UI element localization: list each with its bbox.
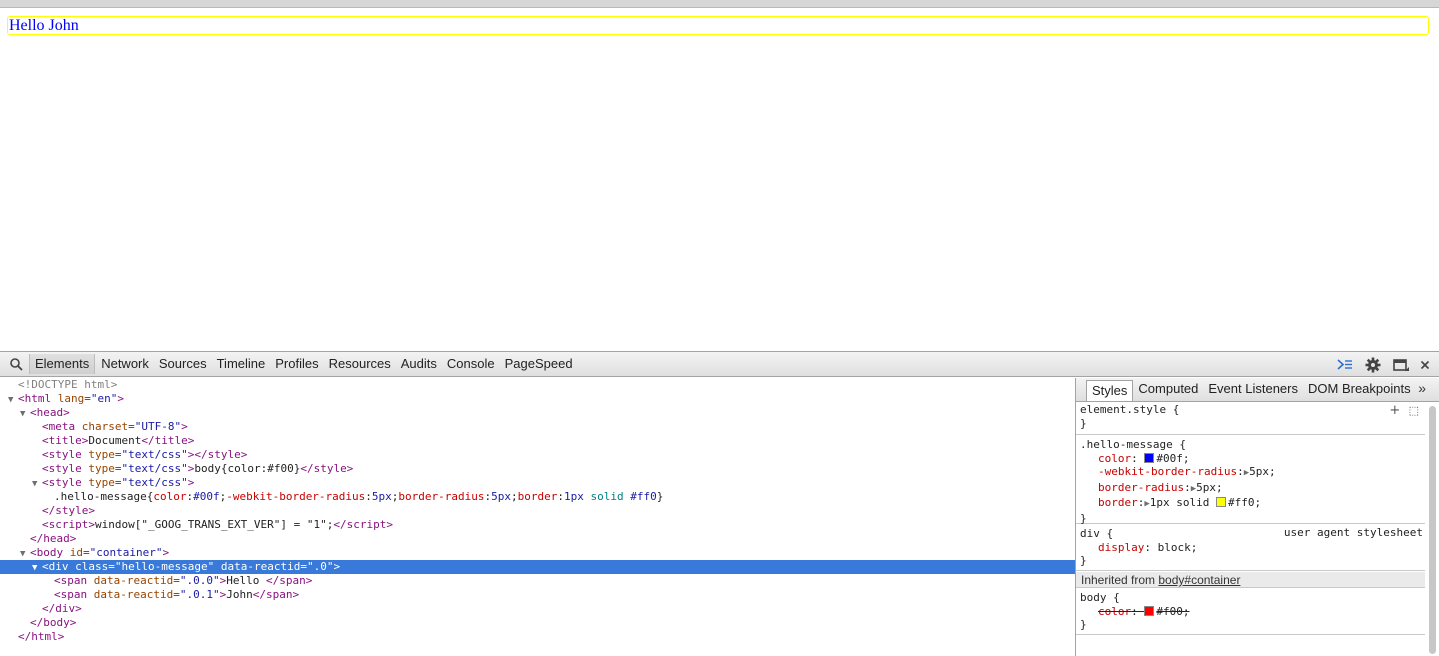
tree-row-span-2[interactable]: <span data-reactid=".0.1">John</span> <box>0 588 1075 602</box>
expand-triangle-icon[interactable]: ▼ <box>20 407 30 421</box>
add-rule-icon[interactable]: + <box>1389 403 1400 418</box>
john-span: John <box>48 17 79 34</box>
tree-row-div-close[interactable]: </div> <box>0 602 1075 616</box>
rule-selector[interactable]: element.style { <box>1080 403 1425 417</box>
tab-resources[interactable]: Resources <box>324 352 396 376</box>
element-state-icon[interactable]: ⬚ <box>1409 404 1419 417</box>
sidebar-tabs: Styles Computed Event Listeners DOM Brea… <box>1076 378 1439 402</box>
color-swatch-blue[interactable] <box>1144 452 1155 463</box>
rule-body: body { color: #f00; } <box>1076 589 1425 635</box>
hello-message: Hello John <box>7 16 1429 35</box>
tree-row-style-3[interactable]: ▼ <style type="text/css"> <box>0 476 1075 490</box>
scrollbar-thumb[interactable] <box>1429 406 1436 654</box>
browser-chrome-strip <box>0 0 1439 8</box>
tree-row-doctype[interactable]: <!DOCTYPE html> <box>0 378 1075 392</box>
rule-origin: user agent stylesheet <box>1283 526 1423 539</box>
style-rules: element.style { } + ⬚ .hello-message { c… <box>1076 403 1425 656</box>
rule-selector[interactable]: body { <box>1080 591 1425 605</box>
tree-row-style-2[interactable]: <style type="text/css">body{color:#f00}<… <box>0 462 1075 476</box>
tree-row-style-3-close[interactable]: </style> <box>0 504 1075 518</box>
rule-div-user-agent: div { user agent stylesheet display: blo… <box>1076 525 1425 571</box>
rule-close-brace: } <box>1080 554 1087 567</box>
tab-pagespeed[interactable]: PageSpeed <box>500 352 578 376</box>
rule-selector[interactable]: .hello-message { <box>1080 438 1425 452</box>
tab-sources[interactable]: Sources <box>154 352 212 376</box>
decl-border-radius[interactable]: border-radius:▶5px; <box>1080 481 1425 497</box>
dock-icon[interactable] <box>1392 356 1410 373</box>
tree-row-title[interactable]: <title>Document</title> <box>0 434 1075 448</box>
tree-row-meta[interactable]: <meta charset="UTF-8"> <box>0 420 1075 434</box>
expand-triangle-icon[interactable]: ▼ <box>8 393 18 407</box>
tab-network[interactable]: Network <box>96 352 154 376</box>
decl-display[interactable]: display: block; <box>1080 541 1425 555</box>
expand-triangle-icon[interactable]: ▼ <box>32 477 42 491</box>
rule-close-brace: } <box>1080 511 1087 525</box>
rule-hello-message: .hello-message { color: #00f; -webkit-bo… <box>1076 436 1425 525</box>
color-swatch-red[interactable] <box>1144 605 1155 616</box>
tab-audits[interactable]: Audits <box>396 352 442 376</box>
tree-row-body[interactable]: ▼ <body id="container"> <box>0 546 1075 560</box>
tab-timeline[interactable]: Timeline <box>212 352 271 376</box>
tree-row-body-close[interactable]: </body> <box>0 616 1075 630</box>
console-drawer-icon[interactable] <box>1336 356 1354 373</box>
decl-color-overridden[interactable]: color: #f00; <box>1080 605 1425 619</box>
tree-row-style-1[interactable]: <style type="text/css"></style> <box>0 448 1075 462</box>
search-icon[interactable] <box>8 356 24 373</box>
tab-console[interactable]: Console <box>442 352 500 376</box>
more-tabs-icon[interactable]: » <box>1418 380 1426 396</box>
tab-computed[interactable]: Computed <box>1133 379 1203 401</box>
devtools-toolbar: Elements Network Sources Timeline Profil… <box>0 352 1439 377</box>
rule-close-brace: } <box>1080 416 1087 430</box>
tree-row-head-close[interactable]: </head> <box>0 532 1075 546</box>
tree-row-head[interactable]: ▼ <head> <box>0 406 1075 420</box>
tab-event-listeners[interactable]: Event Listeners <box>1203 379 1303 401</box>
page-viewport: Hello John <box>0 8 1439 351</box>
tree-row-html-close[interactable]: </html> <box>0 630 1075 644</box>
rule-element-style: element.style { } + ⬚ <box>1076 403 1425 435</box>
devtools-panel: Elements Network Sources Timeline Profil… <box>0 351 1439 656</box>
tab-elements[interactable]: Elements <box>29 354 96 374</box>
tree-row-div-selected[interactable]: ▼ <div class="hello-message" data-reactid… <box>0 560 1075 574</box>
inherited-source-link[interactable]: body#container <box>1158 573 1240 587</box>
elements-tree: <!DOCTYPE html> ▼ <html lang="en"> ▼ <head… <box>0 378 1075 656</box>
decl-webkit-border-radius[interactable]: -webkit-border-radius:▶5px; <box>1080 465 1425 481</box>
tree-row-html[interactable]: ▼ <html lang="en"> <box>0 392 1075 406</box>
tab-dom-breakpoints[interactable]: DOM Breakpoints <box>1303 379 1416 401</box>
decl-border[interactable]: border:▶1px solid #ff0; <box>1080 496 1425 512</box>
styles-sidebar: Styles Computed Event Listeners DOM Brea… <box>1075 378 1439 656</box>
tree-row-script[interactable]: <script>window["_GOOG_TRANS_EXT_VER"] = … <box>0 518 1075 532</box>
close-icon[interactable] <box>1418 356 1432 373</box>
rule-tools: + ⬚ <box>1389 404 1419 418</box>
color-swatch-yellow[interactable] <box>1216 497 1227 507</box>
sidebar-scrollbar[interactable] <box>1428 406 1437 654</box>
tree-row-style-3-content[interactable]: .hello-message{color:#00f;-webkit-border… <box>0 490 1075 504</box>
expand-triangle-icon[interactable]: ▼ <box>32 561 42 575</box>
devtools-tabs: Elements Network Sources Timeline Profil… <box>28 352 578 376</box>
rule-close-brace: } <box>1080 618 1087 631</box>
tab-styles[interactable]: Styles <box>1086 380 1134 401</box>
gear-icon[interactable] <box>1364 356 1382 373</box>
decl-color[interactable]: color: #00f; <box>1080 452 1425 466</box>
inherited-header: Inherited from body#container <box>1076 572 1425 588</box>
expand-triangle-icon[interactable]: ▼ <box>20 547 30 561</box>
tab-profiles[interactable]: Profiles <box>270 352 323 376</box>
tree-row-span-1[interactable]: <span data-reactid=".0.0">Hello </span> <box>0 574 1075 588</box>
hello-span: Hello <box>9 17 49 34</box>
